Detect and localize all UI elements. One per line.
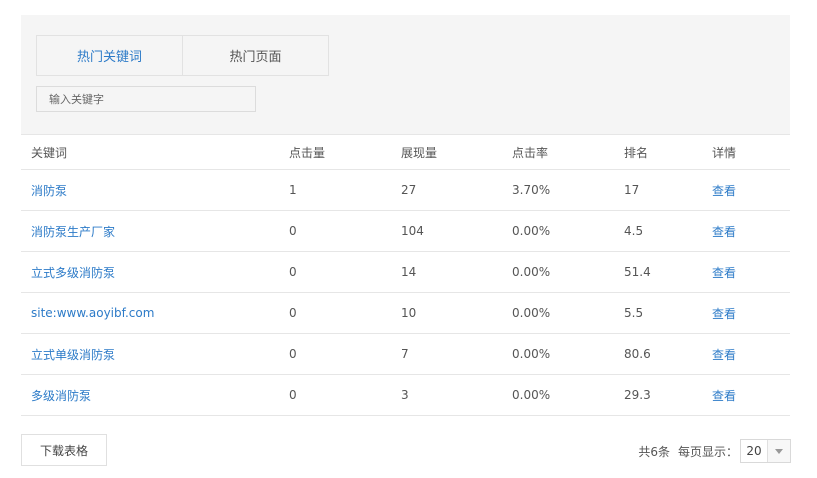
keyword-link[interactable]: site:www.aoyibf.com	[31, 306, 154, 320]
keyword-link[interactable]: 消防泵生产厂家	[31, 223, 115, 240]
keyword-link[interactable]: 立式多级消防泵	[31, 264, 115, 281]
per-page-select[interactable]: 20	[740, 439, 791, 463]
clicks-cell: 0	[289, 347, 297, 361]
table-row: 立式多级消防泵 0 14 0.00% 51.4 查看	[21, 252, 790, 293]
header-ctr: 点击率	[512, 145, 549, 160]
table-row: 消防泵 1 27 3.70% 17 查看	[21, 170, 790, 211]
header-rank: 排名	[624, 145, 649, 160]
chevron-down-icon[interactable]	[767, 440, 790, 462]
ctr-cell: 0.00%	[512, 265, 551, 279]
ctr-cell: 0.00%	[512, 224, 551, 238]
header-detail: 详情	[712, 145, 737, 160]
ctr-cell: 3.70%	[512, 183, 551, 197]
view-detail-link[interactable]: 查看	[712, 223, 736, 240]
view-detail-link[interactable]: 查看	[712, 182, 736, 199]
table-row: site:www.aoyibf.com 0 10 0.00% 5.5 查看	[21, 293, 790, 334]
impressions-cell: 104	[401, 224, 424, 238]
rank-cell: 29.3	[624, 388, 651, 402]
tab-hot-keywords[interactable]: 热门关键词	[37, 36, 183, 75]
header-clicks: 点击量	[289, 145, 326, 160]
rank-cell: 17	[624, 183, 640, 197]
table-header: 关键词 点击量 展现量 点击率 排名 详情	[21, 134, 790, 170]
impressions-cell: 14	[401, 265, 417, 279]
ctr-cell: 0.00%	[512, 347, 551, 361]
impressions-cell: 10	[401, 306, 417, 320]
tab-hot-pages[interactable]: 热门页面	[183, 36, 328, 75]
clicks-cell: 0	[289, 224, 297, 238]
pagination: 共6条 每页显示： 20	[638, 438, 791, 464]
per-page-value: 20	[746, 444, 762, 458]
rank-cell: 51.4	[624, 265, 651, 279]
keyword-link[interactable]: 消防泵	[31, 182, 67, 199]
table-row: 立式单级消防泵 0 7 0.00% 80.6 查看	[21, 334, 790, 375]
download-table-button[interactable]: 下载表格	[21, 434, 107, 466]
table-row: 消防泵生产厂家 0 104 0.00% 4.5 查看	[21, 211, 790, 252]
view-detail-link[interactable]: 查看	[712, 305, 736, 322]
clicks-cell: 0	[289, 388, 297, 402]
clicks-cell: 0	[289, 306, 297, 320]
clicks-cell: 1	[289, 183, 297, 197]
ctr-cell: 0.00%	[512, 388, 551, 402]
search-field[interactable]	[36, 86, 256, 112]
rank-cell: 80.6	[624, 347, 651, 361]
ctr-cell: 0.00%	[512, 306, 551, 320]
rank-cell: 4.5	[624, 224, 644, 238]
view-detail-link[interactable]: 查看	[712, 346, 736, 363]
keyword-link[interactable]: 立式单级消防泵	[31, 346, 115, 363]
impressions-cell: 27	[401, 183, 417, 197]
rank-cell: 5.5	[624, 306, 644, 320]
per-page-label: 每页显示：	[677, 444, 738, 459]
keyword-table: 关键词 点击量 展现量 点击率 排名 详情 消防泵 1 27 3.70% 17 …	[21, 134, 790, 416]
header-keyword: 关键词	[31, 145, 68, 160]
tab-bar: 热门关键词 热门页面	[36, 35, 329, 76]
total-count: 共6条	[638, 444, 670, 459]
header-impressions: 展现量	[401, 145, 438, 160]
clicks-cell: 0	[289, 265, 297, 279]
keyword-link[interactable]: 多级消防泵	[31, 387, 91, 404]
search-input[interactable]	[47, 91, 255, 107]
impressions-cell: 7	[401, 347, 409, 361]
view-detail-link[interactable]: 查看	[712, 387, 736, 404]
view-detail-link[interactable]: 查看	[712, 264, 736, 281]
filter-panel: 热门关键词 热门页面	[21, 15, 790, 134]
impressions-cell: 3	[401, 388, 409, 402]
table-row: 多级消防泵 0 3 0.00% 29.3 查看	[21, 375, 790, 416]
